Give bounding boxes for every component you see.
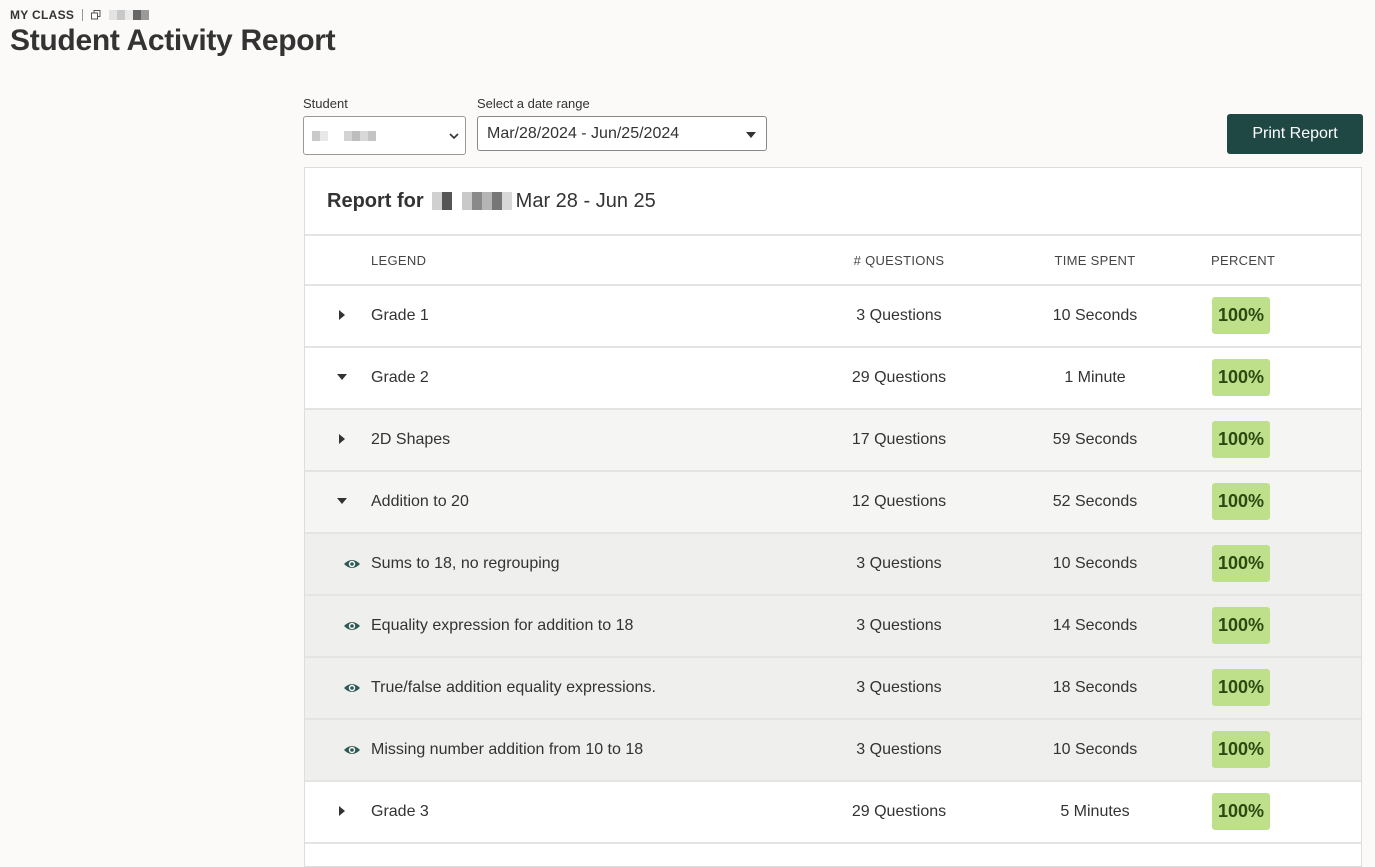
percent-badge: 100% [1212, 607, 1270, 644]
redacted-report-student [431, 192, 512, 210]
col-questions: # QUESTIONS [853, 253, 945, 268]
eye-icon[interactable] [343, 557, 361, 571]
col-legend: LEGEND [371, 253, 427, 268]
report-title-prefix: Report for [327, 189, 424, 212]
table-row[interactable]: Grade 2 29 Questions 1 Minute 100% [305, 348, 1361, 410]
print-report-button[interactable]: Print Report [1227, 114, 1363, 154]
row-questions: 29 Questions [851, 369, 947, 386]
breadcrumb-divider [82, 9, 84, 21]
row-name: Grade 3 [371, 803, 429, 820]
breadcrumb-myclass[interactable]: MY CLASS [10, 8, 74, 22]
eye-icon[interactable] [343, 619, 361, 633]
caret-down-icon [746, 132, 756, 138]
report-title: Report for Mar 28 - Jun 25 [305, 168, 1361, 236]
row-time-spent: 1 Minute [1064, 369, 1126, 386]
redacted-class-name [109, 10, 150, 20]
table-row[interactable]: Grade 1 3 Questions 10 Seconds 100% [305, 286, 1361, 348]
row-time-spent: 10 Seconds [1052, 555, 1138, 572]
eye-icon[interactable] [343, 743, 361, 757]
redacted-student-name [312, 130, 376, 141]
row-time-spent: 59 Seconds [1052, 431, 1138, 448]
row-questions: 3 Questions [856, 679, 942, 696]
table-row: True/false addition equality expressions… [305, 658, 1361, 720]
percent-badge: 100% [1212, 421, 1270, 458]
row-questions: 12 Questions [851, 493, 947, 510]
table-row[interactable]: Addition to 20 12 Questions 52 Seconds 100% [305, 472, 1361, 534]
report-date-span: Mar 28 - Jun 25 [515, 189, 656, 212]
row-time-spent: 10 Seconds [1052, 307, 1138, 324]
chevron-down-icon [449, 133, 459, 140]
percent-badge: 100% [1212, 731, 1270, 768]
student-select[interactable] [303, 116, 466, 155]
eye-icon[interactable] [343, 681, 361, 695]
row-questions: 3 Questions [856, 617, 942, 634]
caret-right-icon[interactable] [335, 432, 349, 446]
table-row: Missing number addition from 10 to 18 3 Q… [305, 720, 1361, 782]
date-range-value: Mar/28/2024 - Jun/25/2024 [487, 124, 680, 142]
table-row[interactable]: Grade 3 29 Questions 5 Minutes 100% [305, 782, 1361, 844]
row-time-spent: 5 Minutes [1060, 803, 1130, 820]
row-name: 2D Shapes [371, 431, 451, 448]
percent-badge: 100% [1212, 483, 1270, 520]
table-row: Equality expression for addition to 18 3 … [305, 596, 1361, 658]
date-range-label: Select a date range [477, 96, 590, 111]
percent-badge: 100% [1212, 545, 1270, 582]
caret-right-icon[interactable] [335, 308, 349, 322]
percent-badge: 100% [1212, 297, 1270, 334]
row-time-spent: 18 Seconds [1052, 679, 1138, 696]
col-percent: PERCENT [1211, 253, 1276, 268]
row-name: Grade 2 [371, 369, 429, 386]
percent-badge: 100% [1212, 359, 1270, 396]
caret-down-icon[interactable] [335, 494, 349, 508]
row-time-spent: 14 Seconds [1052, 617, 1138, 634]
row-questions: 17 Questions [851, 431, 947, 448]
report-panel: Report for Mar 28 - Jun 25 LEGEND # QUES… [304, 167, 1362, 867]
percent-badge: 100% [1212, 669, 1270, 706]
row-questions: 3 Questions [856, 307, 942, 324]
table-row: Sums to 18, no regrouping 3 Questions 10 S… [305, 534, 1361, 596]
row-time-spent: 10 Seconds [1052, 741, 1138, 758]
caret-right-icon[interactable] [335, 804, 349, 818]
row-time-spent: 52 Seconds [1052, 493, 1138, 510]
row-questions: 3 Questions [856, 741, 942, 758]
student-label: Student [303, 96, 348, 111]
caret-down-icon[interactable] [335, 370, 349, 384]
row-name: Sums to 18, no regrouping [371, 555, 560, 572]
row-name: Missing number addition from 10 to 18 [371, 741, 644, 758]
copy-icon[interactable] [91, 10, 101, 20]
row-name: Addition to 20 [371, 493, 469, 510]
table-row[interactable]: 2D Shapes 17 Questions 59 Seconds 100% [305, 410, 1361, 472]
row-name: Equality expression for addition to 18 [371, 617, 634, 634]
row-name: True/false addition equality expressions… [371, 679, 656, 696]
date-range-select[interactable]: Mar/28/2024 - Jun/25/2024 [477, 116, 767, 151]
row-questions: 3 Questions [856, 555, 942, 572]
row-questions: 29 Questions [851, 803, 947, 820]
col-time-spent: TIME SPENT [1054, 253, 1136, 268]
page-title: Student Activity Report [10, 24, 336, 57]
report-rows: Grade 1 3 Questions 10 Seconds 100% Grade 2 2… [305, 286, 1361, 844]
table-header: LEGEND # QUESTIONS TIME SPENT PERCENT [305, 236, 1361, 286]
percent-badge: 100% [1212, 793, 1270, 830]
row-name: Grade 1 [371, 307, 429, 324]
breadcrumb-bar: MY CLASS [10, 8, 150, 22]
